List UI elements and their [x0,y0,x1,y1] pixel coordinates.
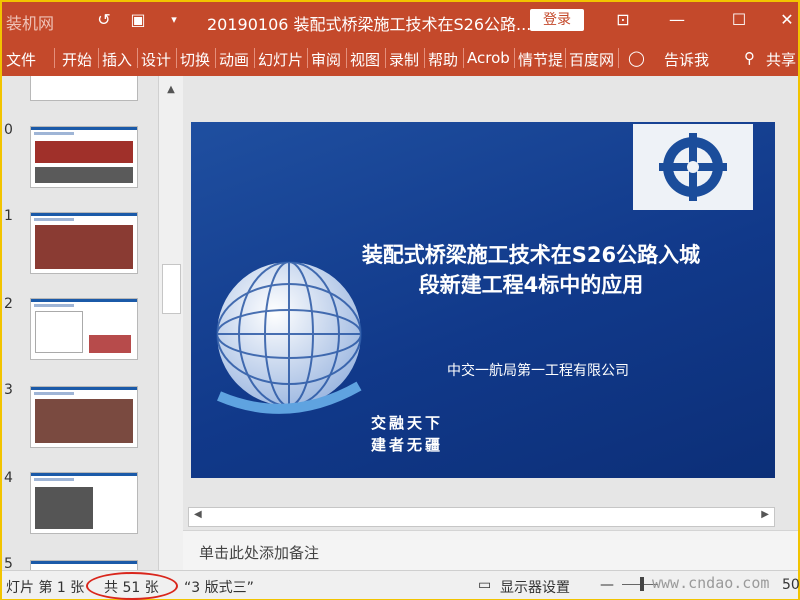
globe-icon [216,261,362,414]
ribbon-divider [514,48,515,68]
notes-placeholder: 单击此处添加备注 [199,544,320,562]
slide-thumbnail[interactable] [30,212,138,274]
annotation-circle [86,572,178,600]
tab-view[interactable]: 视图 [350,49,380,70]
person-icon[interactable]: ⚲ [744,49,755,67]
ribbon-divider [385,48,386,68]
tab-animations[interactable]: 动画 [219,49,249,70]
slide-title[interactable]: 装配式桥梁施工技术在S26公路入城 段新建工程4标中的应用 [301,240,761,300]
scroll-right-icon[interactable]: ▶ [761,509,769,520]
slide-thumbnail[interactable] [30,126,138,188]
scroll-left-icon[interactable]: ◀ [194,509,202,520]
tab-transitions[interactable]: 切换 [180,49,210,70]
horizontal-scrollbar[interactable]: ◀ ▶ [188,507,775,527]
zoom-level[interactable]: 50 [782,577,800,593]
display-settings-button[interactable]: 显示器设置 [500,577,570,597]
minimize-icon[interactable]: — [662,8,692,32]
slogan-line-1: 交融天下 [371,414,444,432]
slogan-line-2: 建者无疆 [371,436,444,454]
ribbon-divider [307,48,308,68]
ribbon-divider [54,48,55,68]
slide-thumbnail[interactable] [30,298,138,360]
scrollbar-thumb[interactable] [162,264,181,314]
tab-design[interactable]: 设计 [141,49,171,70]
slide-company-name[interactable]: 中交一航局第一工程有限公司 [403,360,673,380]
login-button[interactable]: 登录 [530,9,584,31]
watermark-text: 装机网 [6,14,55,33]
slide-thumbnail[interactable] [30,386,138,448]
maximize-icon[interactable]: ☐ [724,8,754,32]
tab-storyboard[interactable]: 情节提 [518,49,563,70]
close-icon[interactable]: ✕ [772,8,800,32]
slide-editor: 装配式桥梁施工技术在S26公路入城 段新建工程4标中的应用 中交一航局第一工程有… [183,76,798,504]
thumbnail-number: 2 [4,296,13,312]
undo-icon[interactable]: ↺ [94,10,114,30]
zoom-out-icon[interactable]: — [600,577,614,593]
ribbon-divider [137,48,138,68]
tab-baidu-netdisk[interactable]: 百度网 [569,49,614,70]
tab-home[interactable]: 开始 [62,49,92,70]
thumbnail-number: 4 [4,470,13,486]
theme-name: “3 版式三” [184,580,254,596]
tab-record[interactable]: 录制 [389,49,419,70]
company-logo [633,124,753,210]
ribbon-divider [176,48,177,68]
slide-thumbnail[interactable] [30,76,138,101]
slide-thumbnail[interactable] [30,472,138,534]
ribbon-divider [565,48,566,68]
present-icon[interactable]: ▣ [128,10,148,30]
title-bar: 装机网 ↺ ▣ ▾ 20190106 装配式桥梁施工技术在S26公路... 登录… [2,2,798,38]
lightbulb-icon[interactable]: ◯ [628,49,645,67]
thumbnail-scrollbar[interactable]: ▲ [158,76,183,570]
slide-thumbnail-pane: 0 1 2 3 4 5 [2,76,158,572]
display-settings-icon[interactable]: ▭ [478,577,491,593]
customize-icon[interactable]: ▾ [164,10,184,30]
ribbon-tabs: 文件 开始 插入 设计 切换 动画 幻灯片 审阅 视图 录制 帮助 Acrob … [2,38,798,76]
ribbon-display-icon[interactable]: ⊡ [608,8,638,32]
current-slide[interactable]: 装配式桥梁施工技术在S26公路入城 段新建工程4标中的应用 中交一航局第一工程有… [191,122,775,478]
ribbon-divider [463,48,464,68]
watermark-url: www.cndao.com [652,574,770,592]
ribbon-divider [98,48,99,68]
thumbnail-number: 1 [4,208,13,224]
tell-me-search[interactable]: 告诉我 [664,49,709,70]
tab-slideshow[interactable]: 幻灯片 [258,49,303,70]
tab-help[interactable]: 帮助 [428,49,458,70]
ribbon-divider [215,48,216,68]
tab-file[interactable]: 文件 [6,49,36,70]
notes-pane[interactable]: 单击此处添加备注 [183,530,798,571]
ribbon-divider [618,48,619,68]
scroll-up-icon[interactable]: ▲ [159,84,183,95]
thumbnail-number: 3 [4,382,13,398]
zoom-slider-thumb[interactable] [640,577,644,591]
ribbon-divider [254,48,255,68]
ribbon-divider [424,48,425,68]
tab-review[interactable]: 审阅 [311,49,341,70]
ribbon-divider [346,48,347,68]
tab-insert[interactable]: 插入 [102,49,132,70]
thumbnail-number: 0 [4,122,13,138]
document-title: 20190106 装配式桥梁施工技术在S26公路... [207,15,532,34]
slide-counter: 灯片 第 1 张 [6,580,85,596]
tab-acrobat[interactable]: Acrob [467,49,510,67]
share-button[interactable]: 共享 [766,49,796,70]
